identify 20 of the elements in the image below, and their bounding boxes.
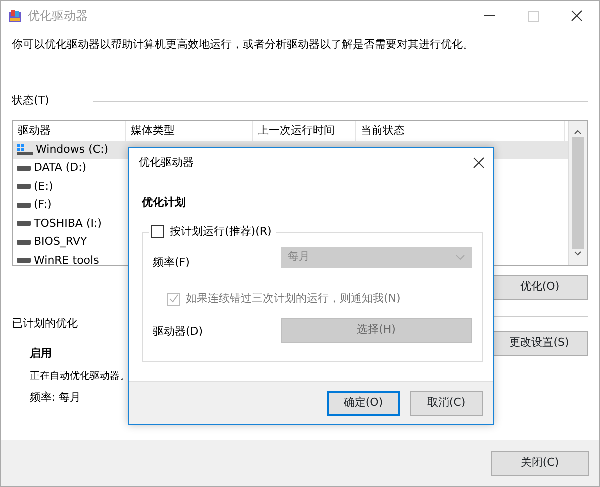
section-label: 已计划的优化	[12, 316, 78, 332]
drive-name: Windows (C:)	[36, 142, 109, 158]
field-label: 频率(F)	[153, 254, 191, 270]
drive-name: (E:)	[34, 178, 54, 194]
schedule-frequency: 频率: 每月	[30, 390, 82, 406]
drive-name: WinRE tools	[34, 252, 100, 268]
drive-name: (F:)	[34, 197, 52, 213]
drive-name: TOSHIBA (I:)	[34, 216, 102, 232]
dialog-title: 优化驱动器	[139, 154, 194, 171]
window-title: 优化驱动器	[28, 8, 88, 25]
checkbox-label: 按计划运行(推荐)(R)	[170, 224, 272, 240]
schedule-state: 启用	[30, 346, 52, 362]
field-label: 驱动器(D)	[153, 324, 204, 340]
checkbox-label: 如果连续错过三次计划的运行，则通知我(N)	[186, 291, 401, 307]
schedule-message: 正在自动优化驱动器。	[30, 370, 130, 384]
section-label: 状态(T)	[12, 93, 50, 109]
description-text: 你可以优化驱动器以帮助计算机更高效地运行，或者分析驱动器以了解是否需要对其进行优化。	[12, 36, 475, 52]
drive-name: DATA (D:)	[34, 160, 87, 176]
dialog-heading: 优化计划	[142, 195, 187, 211]
drive-name: BIOS_RVY	[34, 234, 88, 250]
